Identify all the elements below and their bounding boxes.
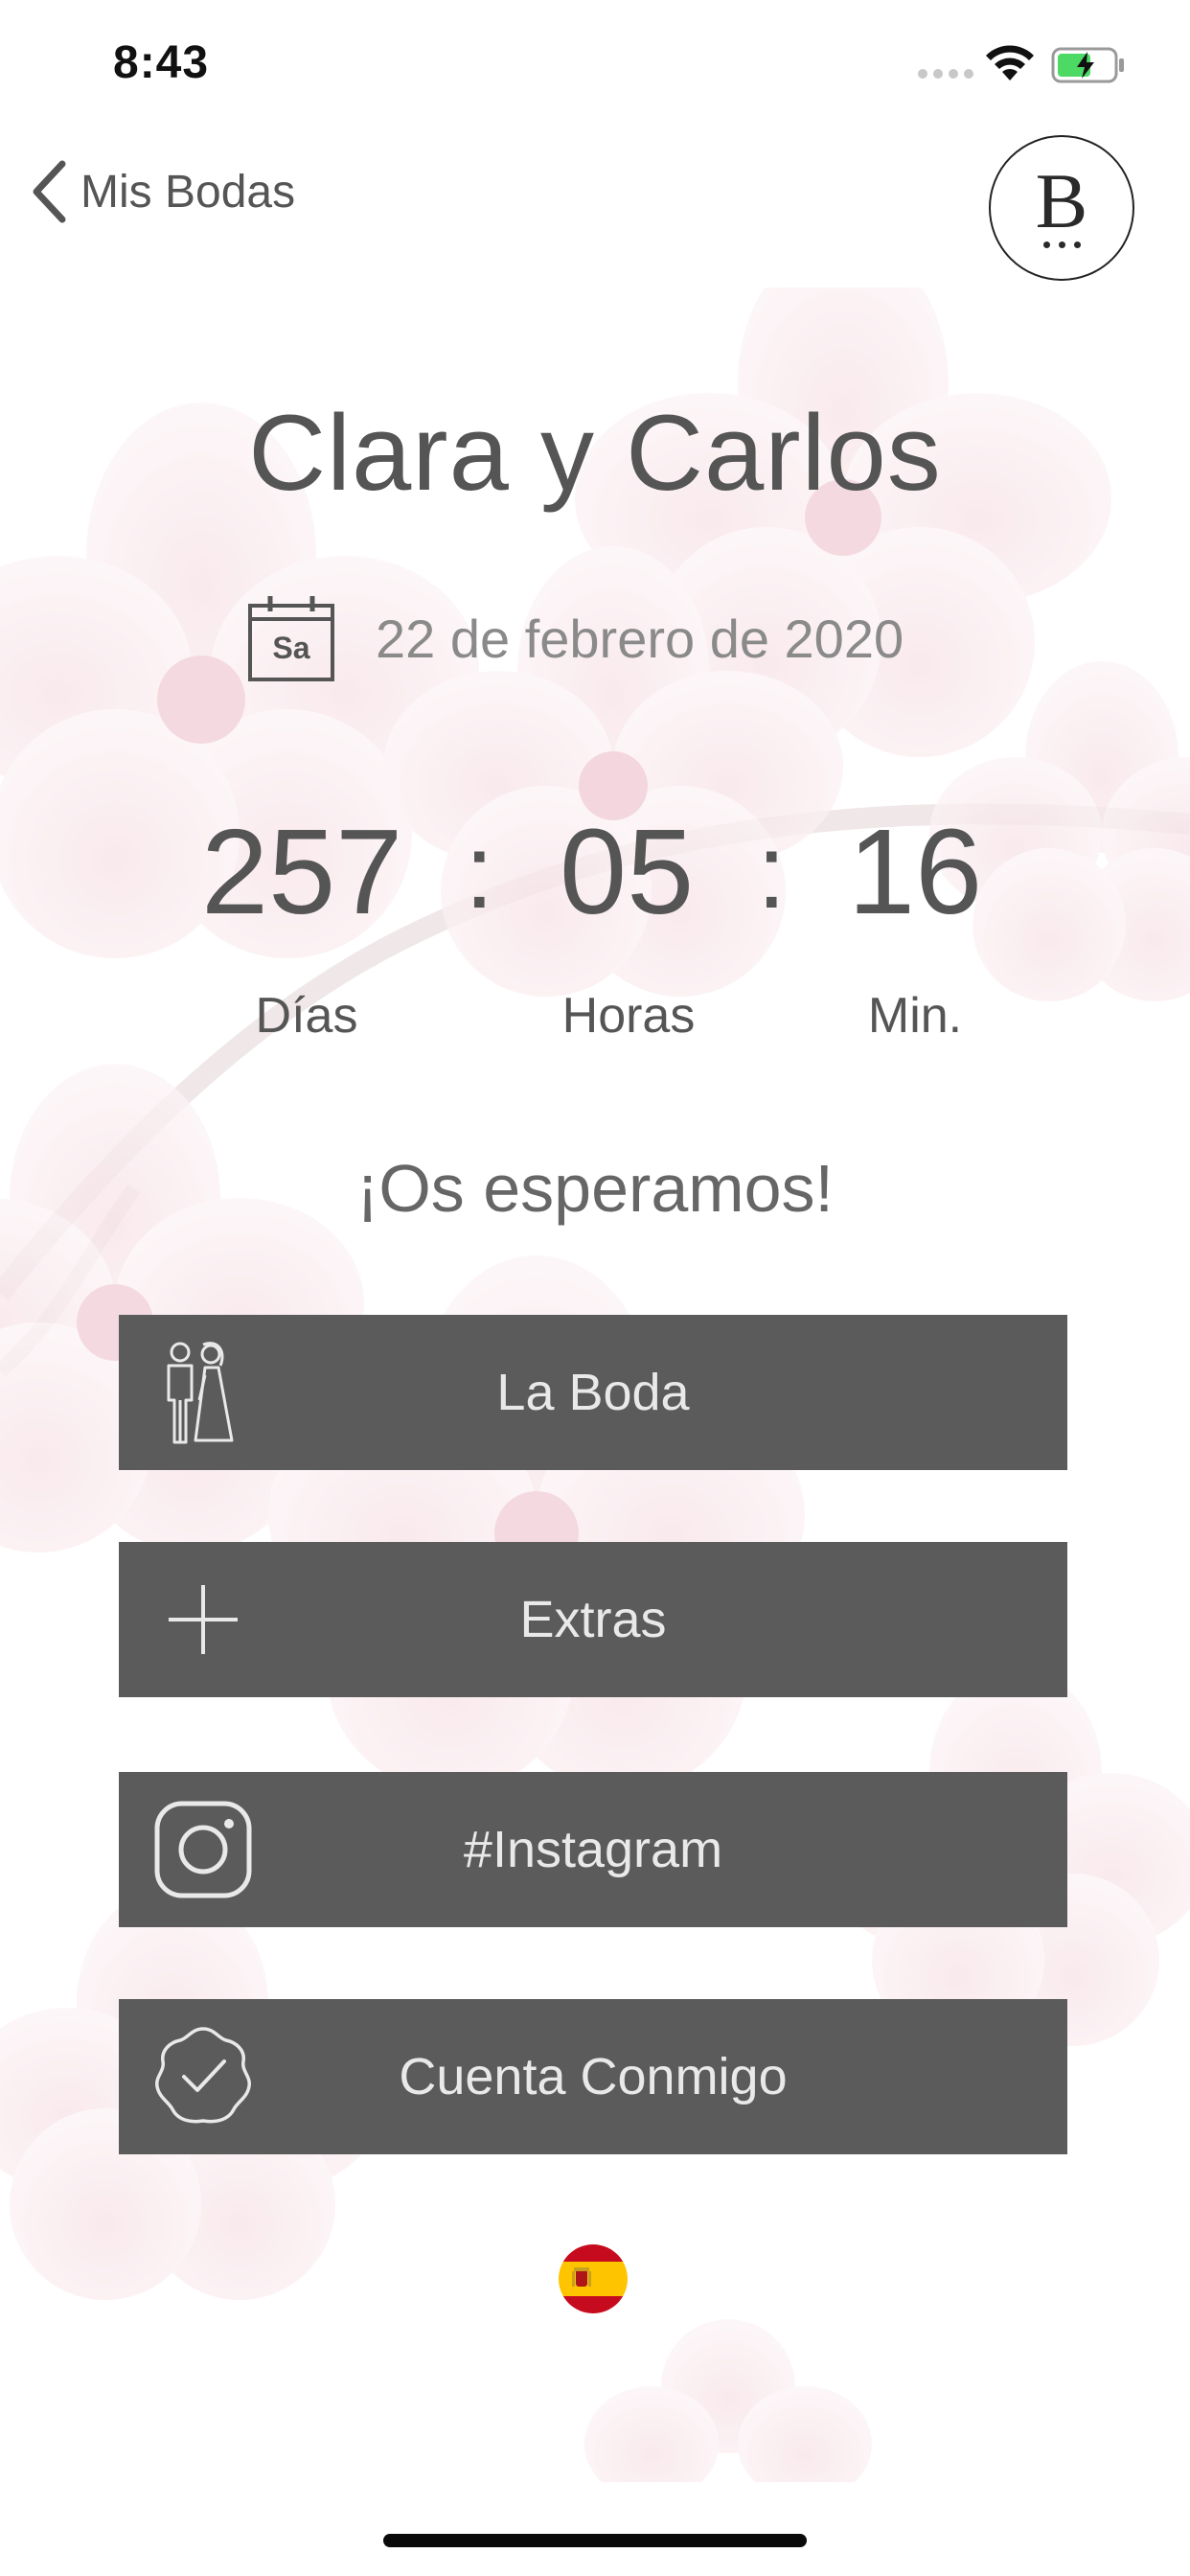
menu-button-cuenta-conmigo[interactable]: Cuenta Conmigo	[119, 1999, 1067, 2154]
calendar-weekday: Sa	[272, 631, 310, 665]
wifi-icon	[986, 45, 1034, 80]
back-button[interactable]: Mis Bodas	[31, 158, 295, 225]
spain-flag-icon	[559, 2244, 628, 2313]
cellular-signal-icon	[918, 69, 975, 79]
bride-groom-icon	[167, 1342, 234, 1444]
countdown-hours-label: Horas	[561, 988, 696, 1044]
back-button-label: Mis Bodas	[80, 166, 296, 218]
language-selector[interactable]	[559, 2244, 628, 2313]
brand-logo-letter: B	[1035, 156, 1088, 244]
more-dots-icon	[1042, 241, 1081, 248]
navigation-bar: Mis Bodas B	[0, 129, 1190, 283]
countdown: 257 : 05 : 16	[172, 805, 1016, 939]
menu-button-instagram[interactable]: #Instagram	[119, 1772, 1067, 1927]
countdown-days: 257	[201, 804, 403, 939]
calendar-icon: Sa	[247, 594, 335, 682]
menu-button-label: La Boda	[496, 1364, 690, 1421]
brand-logo-button[interactable]: B	[989, 135, 1134, 281]
menu-button-la-boda[interactable]: La Boda	[119, 1315, 1067, 1470]
countdown-separator: :	[465, 813, 494, 931]
welcome-message: ¡Os esperamos!	[356, 1151, 834, 1226]
countdown-minutes-label: Min.	[867, 988, 963, 1044]
countdown-hours: 05	[560, 804, 695, 939]
status-bar: 8:43	[0, 0, 1190, 129]
battery-icon	[1051, 47, 1124, 83]
menu-button-label: Extras	[519, 1591, 667, 1648]
plus-icon	[169, 1585, 238, 1654]
chevron-left-icon	[33, 160, 66, 223]
menu-button-extras[interactable]: Extras	[119, 1542, 1067, 1697]
countdown-separator: :	[757, 813, 787, 931]
couple-names: Clara y Carlos	[248, 393, 942, 513]
countdown-days-label: Días	[255, 988, 358, 1044]
event-date-row: Sa 22 de febrero de 2020	[247, 594, 904, 682]
menu-button-label: #Instagram	[463, 1821, 723, 1878]
countdown-minutes: 16	[848, 804, 983, 939]
home-indicator[interactable]	[383, 2534, 807, 2547]
instagram-icon	[154, 1801, 252, 1898]
verified-badge-icon	[155, 2027, 251, 2124]
status-time: 8:43	[113, 37, 210, 88]
main-content: Clara y Carlos Sa 22 de febrero de 2020 …	[0, 0, 1190, 2576]
event-date: 22 de febrero de 2020	[376, 608, 904, 669]
menu-button-label: Cuenta Conmigo	[399, 2048, 788, 2105]
